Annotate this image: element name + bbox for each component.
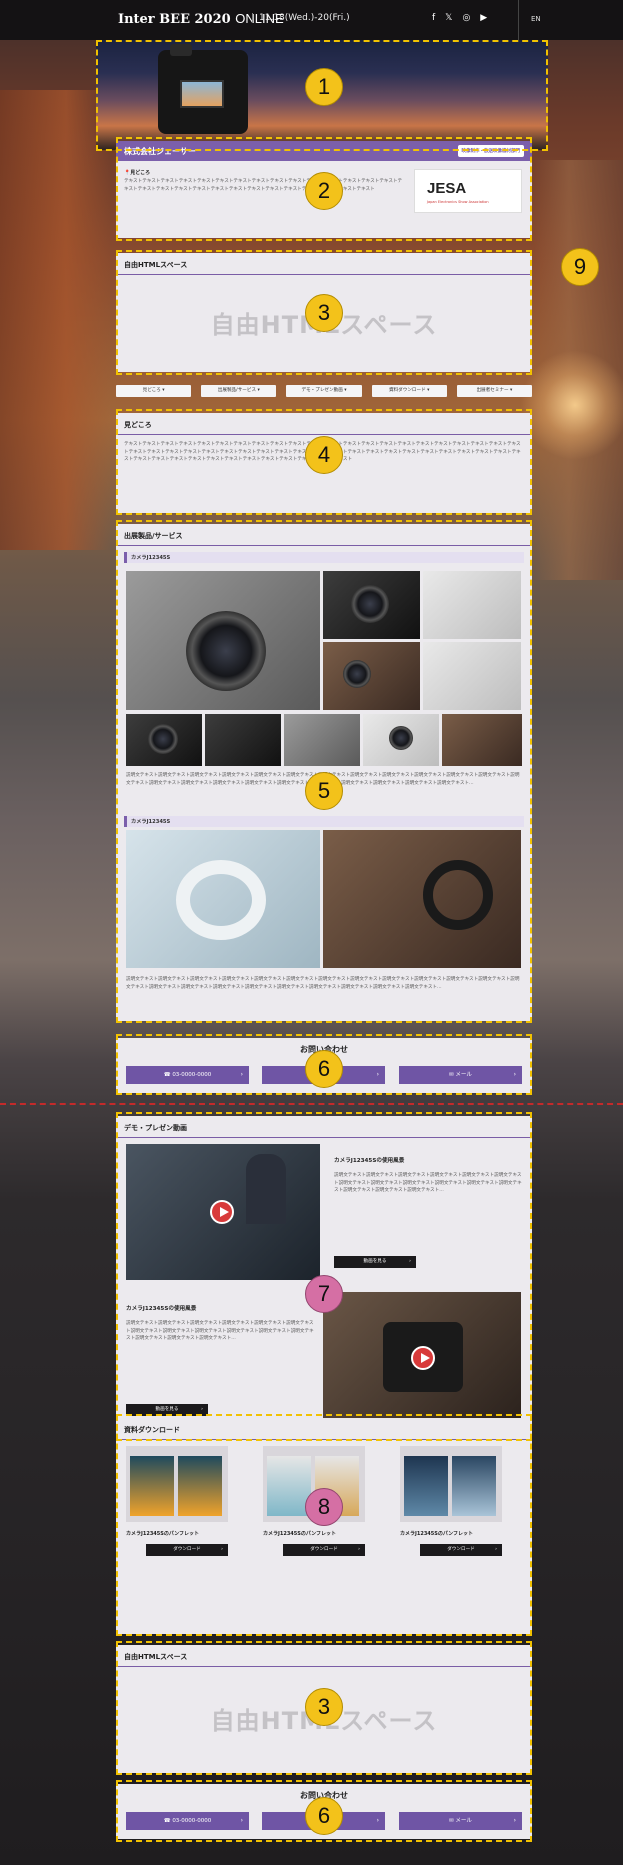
product-main-photo[interactable] [126,571,320,710]
highlights-title: 見どころ [116,413,532,435]
product-thumb[interactable] [126,714,202,766]
product-thumb[interactable] [323,571,420,639]
section-nav: 見どころ ▾ 出展製品/サービス ▾ デモ・プレゼン動画 ▾ 資料ダウンロード … [116,385,533,397]
marker-5: 5 [305,772,343,810]
highlight-pin-label: 📍見どころ [124,170,151,176]
social-links: f 𝕏 ◎ ▶ [432,13,487,23]
video-title: カメラJ12345Sの使用風景 [334,1158,405,1164]
watch-video-button[interactable]: 動画を見る › [126,1404,208,1416]
video-thumbnail[interactable] [126,1144,320,1280]
product-name: カメラJ12345S [124,552,524,563]
product-thumb[interactable] [423,642,521,710]
downloads-panel: 資料ダウンロード カメラJ12345Sのパンフレット ダウンロード › カメラJ1… [116,1418,532,1634]
product-thumb[interactable] [323,642,420,710]
company-logo[interactable]: JESA Japan Electronics Show Association [414,169,522,213]
fold-line [0,1103,623,1105]
marker-8: 8 [305,1488,343,1526]
company-category-badge[interactable]: 映像制作・放送映像機材部門 [457,145,524,157]
marker-1: 1 [305,68,343,106]
logo-subtext: Japan Electronics Show Association [427,200,489,204]
background-sun [520,350,623,460]
twitter-icon[interactable]: 𝕏 [445,13,452,23]
marker-9: 9 [561,248,599,286]
nav-downloads[interactable]: 資料ダウンロード ▾ [371,385,447,397]
product-description: 説明文テキスト説明文テキスト説明文テキスト説明文テキスト説明文テキスト説明文テキ… [126,977,520,990]
nav-highlights[interactable]: 見どころ ▾ [116,385,192,397]
nav-products[interactable]: 出展製品/サービス ▾ [201,385,277,397]
brochure-title: カメラJ12345Sのパンフレット [400,1531,473,1537]
brochure-title: カメラJ12345Sのパンフレット [126,1531,199,1537]
youtube-icon[interactable]: ▶ [480,13,487,23]
phone-button[interactable]: ☎ 03-0000-0000 › [126,1812,249,1830]
marker-7: 7 [305,1275,343,1313]
free-html-title: 自由HTMLスペース [116,1645,532,1667]
free-html-title: 自由HTMLスペース [116,253,532,275]
product-thumb[interactable] [205,714,281,766]
nav-seminar[interactable]: 出展者セミナー ▾ [456,385,533,397]
language-switch[interactable]: EN [518,0,541,40]
product-thumb[interactable] [423,571,521,639]
watch-video-button[interactable]: 動画を見る › [334,1256,416,1268]
marker-3a: 3 [305,294,343,332]
brand-name: Inter BEE 2020 [118,12,231,27]
brochure-title: カメラJ12345Sのパンフレット [263,1531,336,1537]
marker-6a: 6 [305,1050,343,1088]
product-name: カメラJ12345S [124,816,524,827]
video-title: カメラJ12345Sの使用風景 [126,1306,197,1312]
video-thumbnail[interactable] [323,1292,521,1428]
mail-button[interactable]: ✉ メール › [399,1066,522,1084]
company-description: テキストテキストテキストテキストテキストテキストテキストテキストテキストテキスト… [124,179,403,192]
demo-title: デモ・プレゼン動画 [116,1116,532,1138]
phone-button[interactable]: ☎ 03-0000-0000 › [126,1066,249,1084]
download-button[interactable]: ダウンロード › [283,1544,365,1556]
marker-4: 4 [305,436,343,474]
background-canyon-left [0,90,110,550]
marker-3b: 3 [305,1688,343,1726]
play-icon[interactable] [411,1346,435,1370]
product-thumb[interactable] [284,714,360,766]
instagram-icon[interactable]: ◎ [462,13,470,23]
facebook-icon[interactable]: f [432,13,435,23]
products-title: 出展製品/サービス [116,524,532,546]
product-thumb[interactable] [442,714,522,766]
download-button[interactable]: ダウンロード › [420,1544,502,1556]
nav-demo-videos[interactable]: デモ・プレゼン動画 ▾ [286,385,362,397]
play-icon[interactable] [210,1200,234,1224]
brochure-thumbnail[interactable] [126,1446,228,1522]
mail-button[interactable]: ✉ メール › [399,1812,522,1830]
camera-image [158,44,248,134]
marker-6b: 6 [305,1797,343,1835]
video-description: 説明文テキスト説明文テキスト説明文テキスト説明文テキスト説明文テキスト説明文テキ… [126,1321,314,1342]
event-dates: 11.18(Wed.)-20(Fri.) [252,13,350,23]
download-button[interactable]: ダウンロード › [146,1544,228,1556]
product-main-photo[interactable] [126,830,320,968]
product-side-photo[interactable] [323,830,521,968]
brochure-thumbnail[interactable] [400,1446,502,1522]
marker-2: 2 [305,172,343,210]
logo-text: JESA [427,180,467,197]
video-description: 説明文テキスト説明文テキスト説明文テキスト説明文テキスト説明文テキスト説明文テキ… [334,1173,522,1194]
product-thumb[interactable] [363,714,439,766]
downloads-title: 資料ダウンロード [116,1418,532,1440]
top-navigation-bar: Inter BEE 2020 ONLINE 11.18(Wed.)-20(Fri… [0,0,623,40]
